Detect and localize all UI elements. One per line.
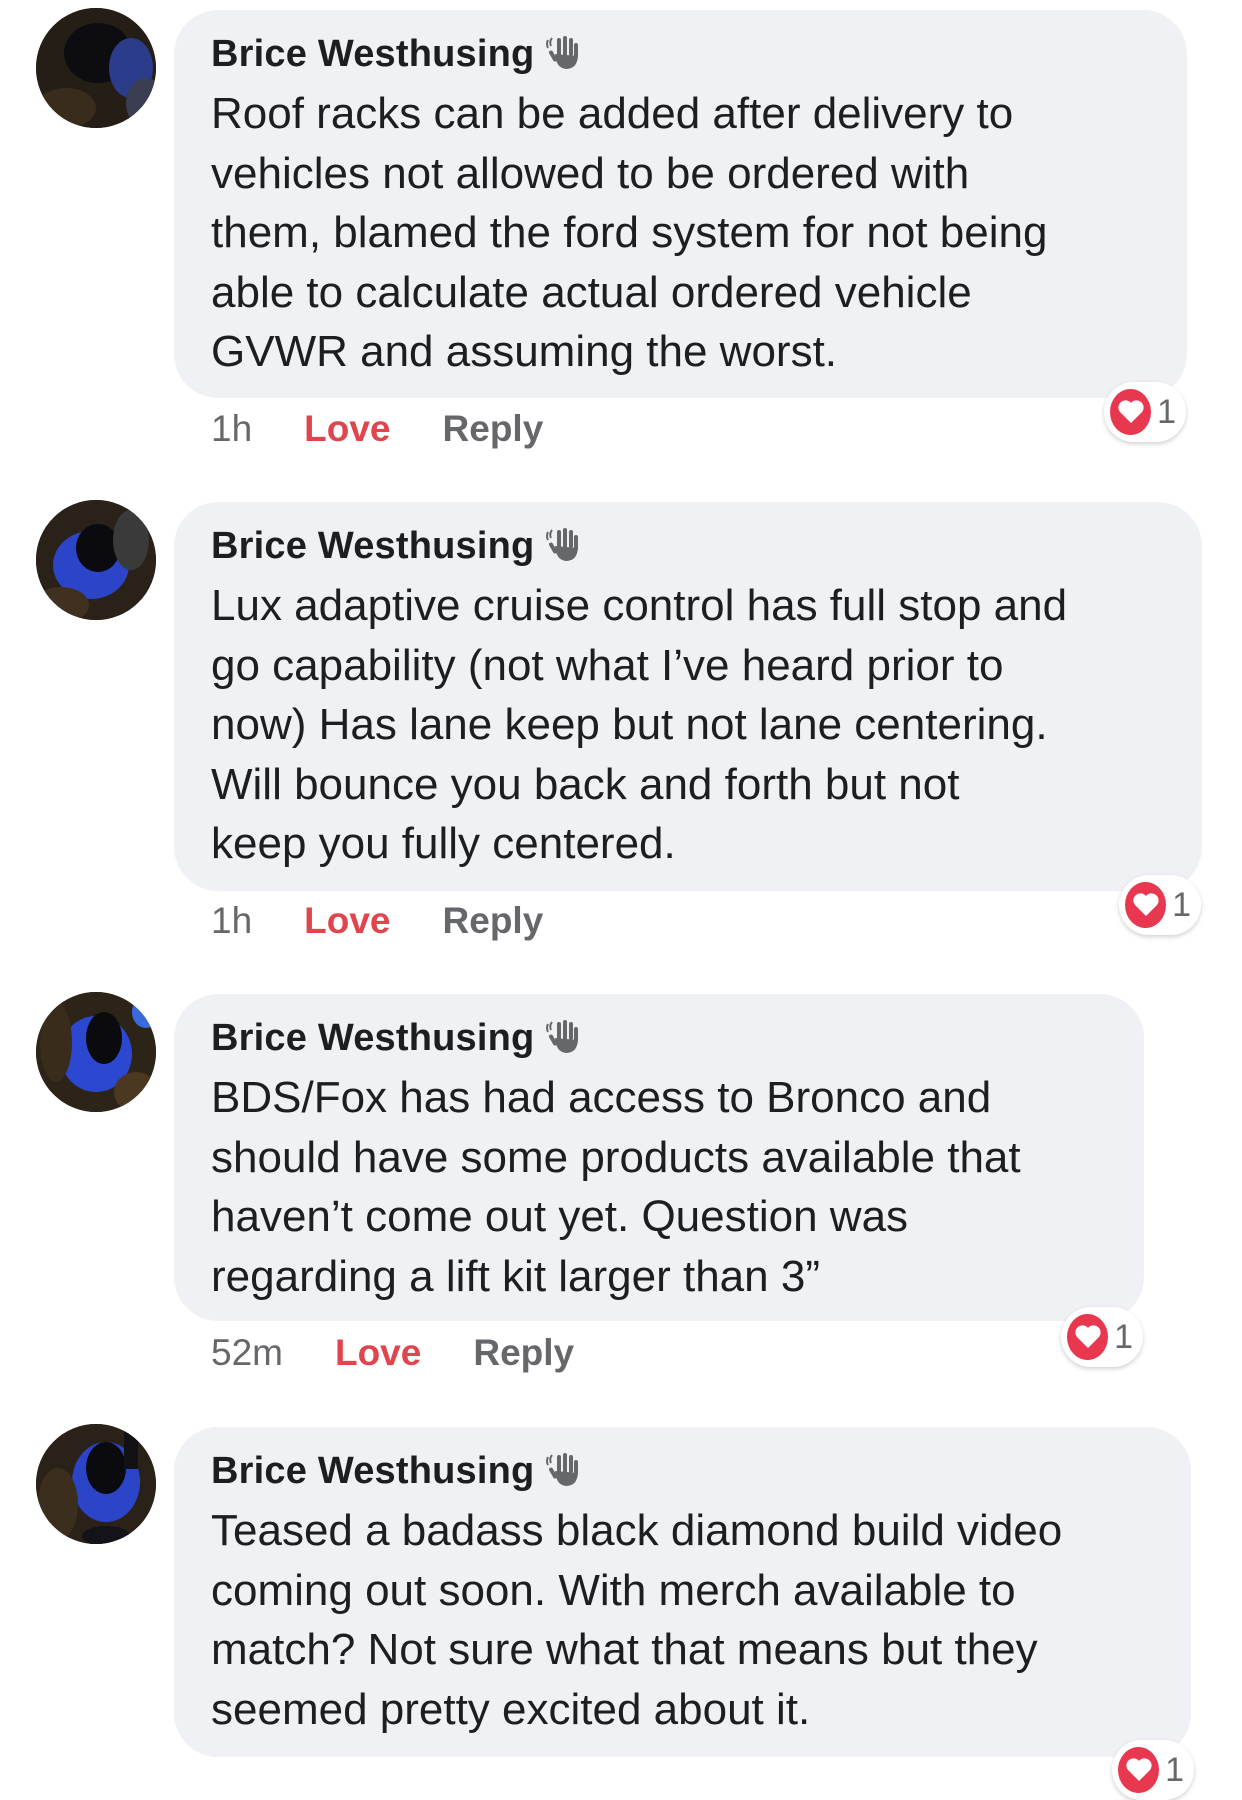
waving-hand-icon [544,1018,584,1058]
avatar[interactable] [36,8,156,128]
comment-author[interactable]: Brice Westhusing [211,1450,534,1493]
comment-time[interactable]: 1h [211,900,252,942]
avatar[interactable] [36,1424,156,1544]
comment-bubble: Brice Westhusing Teased a badass black d… [174,1427,1191,1757]
comment-actions: 1h Love Reply [211,900,543,942]
love-button[interactable]: Love [304,900,390,942]
reaction-summary[interactable]: 1 [1104,382,1186,442]
heart-icon [1125,882,1167,928]
comment-text: Teased a badass black diamond build vide… [211,1506,1063,1734]
reaction-summary[interactable]: 1 [1061,1307,1143,1367]
reply-button[interactable]: Reply [473,1332,574,1374]
comment-text: BDS/Fox has had access to Bronco and sho… [211,1073,1021,1301]
avatar[interactable] [36,992,156,1112]
reaction-count: 1 [1114,1317,1133,1356]
reply-button[interactable]: Reply [443,408,544,450]
heart-icon [1118,1747,1160,1793]
waving-hand-icon [544,34,584,74]
waving-hand-icon [544,1451,584,1491]
avatar[interactable] [36,500,156,620]
comment-author[interactable]: Brice Westhusing [211,33,534,76]
waving-hand-icon [544,526,584,566]
comment-actions: 52m Love Reply [211,1332,574,1374]
reply-button[interactable]: Reply [443,900,544,942]
comment-bubble: Brice Westhusing BDS/Fox has had access … [174,994,1144,1321]
reaction-summary[interactable]: 1 [1119,875,1201,935]
reaction-count: 1 [1165,1750,1184,1789]
heart-icon [1110,389,1152,435]
love-button[interactable]: Love [335,1332,421,1374]
reaction-count: 1 [1157,392,1176,431]
comment-text: Roof racks can be added after delivery t… [211,89,1048,376]
comment-author[interactable]: Brice Westhusing [211,1017,534,1060]
comment-bubble: Brice Westhusing Roof racks can be added… [174,10,1187,398]
comment-time[interactable]: 1h [211,408,252,450]
reaction-summary[interactable]: 1 [1112,1740,1194,1800]
comment-actions: 1h Love Reply [211,408,543,450]
heart-icon [1067,1314,1109,1360]
comment-bubble: Brice Westhusing Lux adaptive cruise con… [174,502,1202,891]
comment-text: Lux adaptive cruise control has full sto… [211,581,1068,868]
comment-time[interactable]: 52m [211,1332,283,1374]
reaction-count: 1 [1172,885,1191,924]
comment-author[interactable]: Brice Westhusing [211,525,534,568]
love-button[interactable]: Love [304,408,390,450]
